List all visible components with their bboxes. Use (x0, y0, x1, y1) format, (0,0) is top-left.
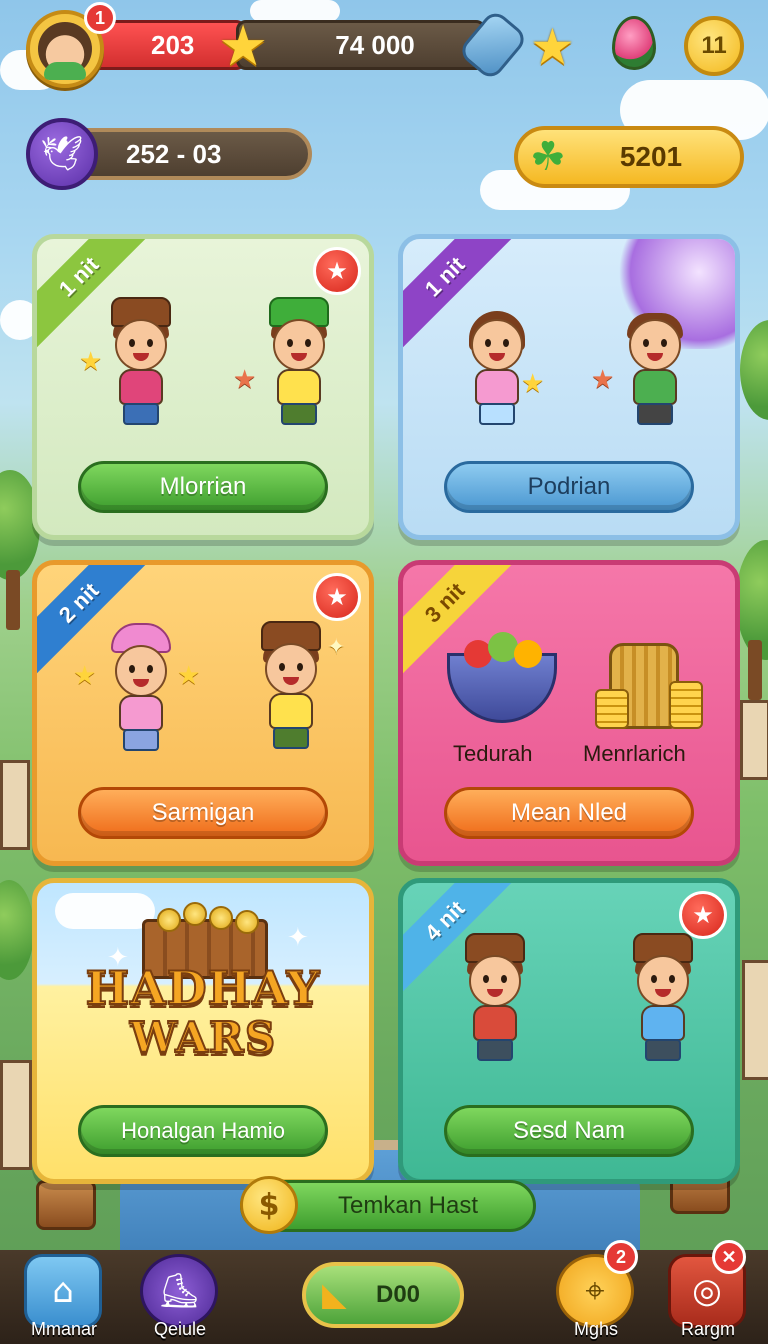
sparkle-icon: ★ (521, 369, 545, 399)
level-coin[interactable]: 11 (684, 16, 744, 76)
dove-icon[interactable]: 🕊 (26, 118, 98, 190)
coin-stack-icon (595, 689, 629, 729)
house (740, 700, 768, 780)
coin-stack-icon (669, 681, 703, 729)
card-6-button[interactable]: Sesd Nam (444, 1105, 694, 1157)
treasure-chest-icon (36, 1180, 96, 1230)
character-boy (245, 617, 335, 757)
dove-bar: 252 - 03 (86, 128, 312, 180)
card-3-button[interactable]: Sarmigan (78, 787, 328, 839)
close-badge-icon[interactable]: ✕ (712, 1240, 746, 1274)
card-1-button[interactable]: Mlorrian (78, 461, 328, 513)
coin-bar: 74 000 (236, 20, 486, 70)
center-button-label: D00 (375, 1281, 421, 1308)
home-icon: ⌂ (24, 1254, 102, 1328)
level-card-6[interactable]: 4 nit ★ Sesd Nam (398, 878, 740, 1184)
character-boy (449, 929, 539, 1069)
character-girl (95, 619, 185, 759)
card-5-button[interactable]: Honalgan Hamio (78, 1105, 328, 1157)
level-value: 11 (701, 32, 727, 59)
house (742, 960, 768, 1080)
item-label-right: Menrlarich (583, 741, 686, 766)
fruit-bowl-icon (447, 632, 557, 723)
house (0, 1060, 32, 1170)
notification-count: 1 (94, 7, 105, 28)
tree (0, 880, 34, 980)
boot-icon: ⛸ (140, 1254, 218, 1328)
card-2-button[interactable]: Podrian (444, 461, 694, 513)
nav-label-map: Mghs (573, 1319, 618, 1339)
sparkle-icon: ✦ (287, 923, 309, 953)
gem-icon[interactable] (612, 16, 656, 70)
game-logo-line-2: WARS (129, 1012, 277, 1063)
hp-value: 203 (151, 29, 195, 60)
character-boy (617, 929, 707, 1069)
character-boy (609, 293, 699, 433)
nav-item-home[interactable]: ⌂ Mmanar (24, 1254, 106, 1340)
ticket-icon: ◣ (322, 1275, 347, 1313)
star-badge-icon[interactable]: ★ (313, 247, 361, 295)
star-icon: ★ (218, 14, 269, 79)
cloud (55, 893, 155, 929)
dove-value: 252 - 03 (126, 138, 222, 169)
map-badge: 2 (604, 1240, 638, 1274)
nav-label-boot: Qeiule (153, 1319, 207, 1339)
dollar-icon: $ (240, 1176, 298, 1234)
level-card-3[interactable]: 2 nit ★ ★ ★ ✦ Sarmigan (32, 560, 374, 866)
sparkle-icon: ★ (73, 661, 97, 691)
tree-trunk (748, 640, 762, 700)
star-badge-icon[interactable]: ★ (313, 573, 361, 621)
character-boy (95, 293, 185, 433)
card-4-button[interactable]: Mean Nled (444, 787, 694, 839)
clover-value: 5201 (619, 141, 683, 172)
nav-label-target: Rargm (680, 1319, 735, 1339)
item-label-left: Tedurah (453, 741, 533, 766)
avatar-shirt (44, 62, 86, 80)
close-badge-glyph: ✕ (721, 1246, 737, 1267)
game-logo-line-1: HADHAY (85, 960, 321, 1016)
level-card-1[interactable]: 1 nit ★ ★ ★ Mlorrian (32, 234, 374, 540)
nav-item-boot[interactable]: ⛸ Qeiule (140, 1254, 222, 1340)
level-card-2[interactable]: 1 nit ★ ★ Podrian (398, 234, 740, 540)
tree (740, 320, 768, 420)
level-card-5[interactable]: ✦ ✦ HADHAY WARS Honalgan Hamio (32, 878, 374, 1184)
promo-button-label: Temkan Hast (337, 1192, 479, 1219)
star-icon[interactable]: ★ (530, 18, 575, 76)
map-badge-count: 2 (615, 1246, 626, 1267)
coins-value: 74 000 (335, 29, 415, 60)
nav-label-home: Mmanar (30, 1319, 97, 1339)
clover-icon: ☘ (530, 134, 566, 180)
notification-badge: 1 (84, 2, 116, 34)
character-girl (451, 293, 541, 433)
level-card-4[interactable]: 3 nit Tedurah Menrlarich Mean Nled (398, 560, 740, 866)
house (0, 760, 30, 850)
tree-trunk (6, 570, 20, 630)
character-boy (253, 293, 343, 433)
